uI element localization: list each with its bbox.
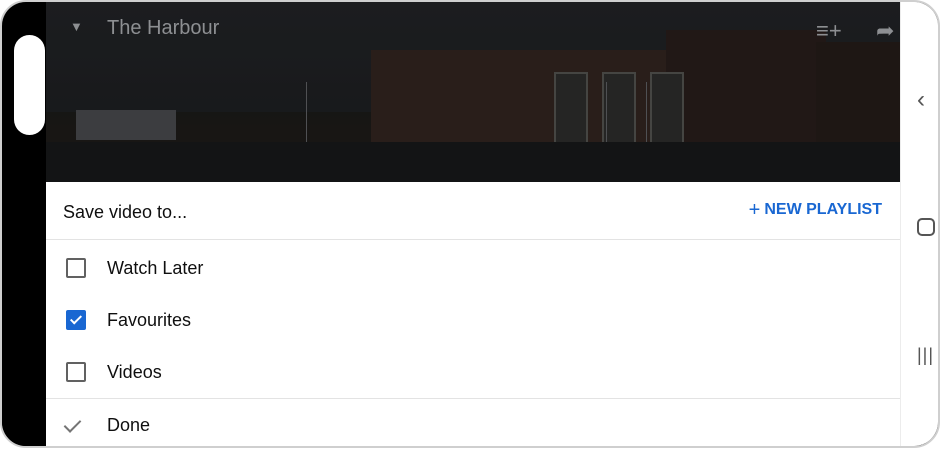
check-icon [63, 415, 82, 433]
sheet-title: Save video to... [63, 202, 188, 222]
new-playlist-label: NEW PLAYLIST [764, 201, 882, 218]
edge-panel-handle[interactable] [14, 35, 45, 135]
navigation-bar: ‹ ||| [900, 2, 938, 446]
checkbox-watch-later[interactable] [66, 258, 86, 278]
save-to-playlist-sheet: Save video to... + NEW PLAYLIST Watch La… [46, 182, 900, 446]
back-chevron-icon[interactable]: ‹ [917, 88, 925, 112]
collapse-chevron-icon[interactable]: ▼ [70, 20, 83, 33]
home-icon[interactable] [917, 218, 935, 236]
checkbox-videos[interactable] [66, 362, 86, 382]
sheet-header: Save video to... + NEW PLAYLIST [46, 182, 900, 240]
playlist-label: Favourites [107, 309, 192, 330]
playlist-label: Videos [107, 361, 162, 382]
share-icon[interactable]: ➦ [876, 20, 894, 42]
playlist-add-icon[interactable]: ≡+ [816, 20, 842, 42]
playlist-item-favourites[interactable]: Favourites [46, 294, 900, 346]
done-label: Done [107, 414, 151, 435]
plus-icon: + [748, 199, 761, 221]
new-playlist-button[interactable]: + NEW PLAYLIST [748, 199, 882, 221]
recents-icon[interactable]: ||| [917, 345, 934, 366]
done-button[interactable]: Done [46, 398, 900, 446]
playlist-label: Watch Later [107, 257, 204, 278]
playlist-item-watch-later[interactable]: Watch Later [46, 242, 900, 294]
checkbox-favourites[interactable] [66, 310, 86, 330]
playlist-item-videos[interactable]: Videos [46, 346, 900, 398]
device-screen: ▼ The Harbour ≡+ ➦ Save video to... + NE… [0, 0, 940, 448]
video-title: The Harbour [107, 17, 220, 39]
